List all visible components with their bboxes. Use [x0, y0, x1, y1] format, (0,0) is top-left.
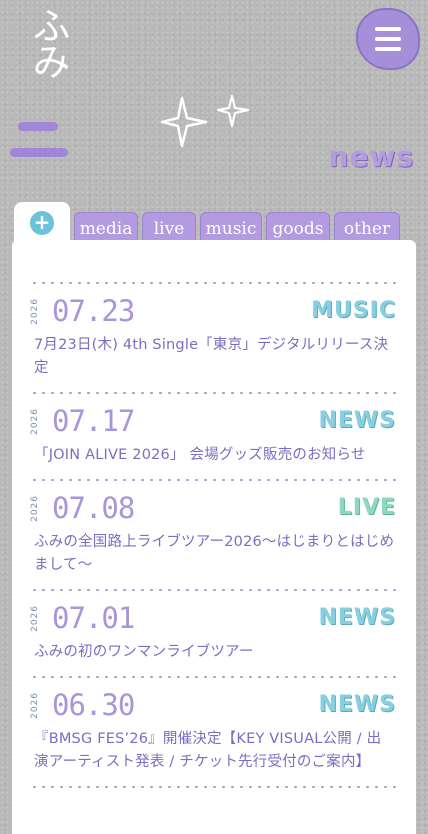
dotted-divider [30, 477, 396, 483]
dotted-divider [30, 784, 396, 790]
sparkle-stars-icon [160, 94, 250, 148]
news-title[interactable]: 『BMSG FES’26』開催決定【KEY VISUAL公開 / 出演アーティス… [30, 728, 396, 774]
news-year: 2026 [30, 605, 40, 632]
dotted-divider [30, 587, 396, 593]
menu-button[interactable] [356, 8, 420, 70]
news-category: LIVE [337, 495, 396, 520]
news-item[interactable]: 2026 06.30 NEWS 『BMSG FES’26』開催決定【KEY VI… [30, 686, 396, 774]
section-title: news [328, 140, 414, 173]
news-item[interactable]: 2026 07.17 NEWS 「JOIN ALIVE 2026」 会場グッズ販… [30, 402, 396, 467]
news-item[interactable]: 2026 07.23 MUSIC 7月23日(木) 4th Single「東京」… [30, 292, 396, 380]
news-date: 07.23 [52, 294, 135, 328]
news-date: 07.01 [52, 601, 135, 635]
hamburger-menu-icon-bar [375, 47, 401, 51]
news-panel: 2026 07.23 MUSIC 7月23日(木) 4th Single「東京」… [12, 240, 416, 834]
news-date: 07.08 [52, 491, 135, 525]
news-category: NEWS [318, 605, 396, 630]
tab-all[interactable]: + [14, 202, 70, 244]
news-date: 07.17 [52, 404, 135, 438]
news-title[interactable]: ふみの初のワンマンライブツアー [30, 641, 396, 664]
news-item[interactable]: 2026 07.01 NEWS ふみの初のワンマンライブツアー [30, 599, 396, 664]
news-list: 2026 07.23 MUSIC 7月23日(木) 4th Single「東京」… [30, 280, 396, 790]
news-category: NEWS [318, 692, 396, 717]
dotted-divider [30, 280, 396, 286]
dotted-divider [30, 674, 396, 680]
news-item[interactable]: 2026 07.08 LIVE ふみの全国路上ライブツアー2026〜はじまりとは… [30, 489, 396, 577]
news-title[interactable]: 「JOIN ALIVE 2026」 会場グッズ販売のお知らせ [30, 444, 396, 467]
news-year: 2026 [30, 692, 40, 719]
plus-icon: + [30, 211, 54, 235]
news-date: 06.30 [52, 688, 135, 722]
hamburger-menu-icon-bar [375, 37, 401, 41]
news-category: MUSIC [311, 298, 396, 323]
site-logo[interactable]: ふみ [8, 6, 70, 92]
logo-text: ふみ [26, 6, 70, 78]
hamburger-menu-icon [375, 27, 401, 31]
news-category: NEWS [318, 408, 396, 433]
news-title[interactable]: 7月23日(木) 4th Single「東京」デジタルリリース決定 [30, 334, 396, 380]
news-year: 2026 [30, 408, 40, 435]
news-year: 2026 [30, 495, 40, 522]
category-tabs: + media live music goods other [14, 202, 412, 244]
decorative-dashes [10, 122, 68, 162]
news-year: 2026 [30, 298, 40, 325]
news-title[interactable]: ふみの全国路上ライブツアー2026〜はじまりとはじめまして〜 [30, 531, 396, 577]
dotted-divider [30, 390, 396, 396]
